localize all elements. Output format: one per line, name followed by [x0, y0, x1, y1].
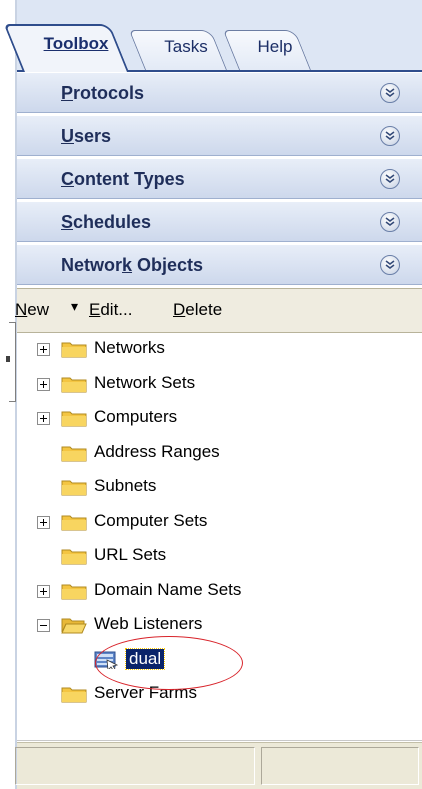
new-button[interactable]: New [15, 300, 49, 320]
edit-button[interactable]: Edit... [89, 300, 132, 320]
tree-item-label: Computer Sets [94, 510, 208, 530]
tree-item-label: Computers [94, 407, 178, 426]
folder-icon [61, 515, 87, 530]
folder-icon [61, 377, 87, 392]
chevron-down-icon[interactable] [380, 212, 400, 232]
section-title: Content Types [61, 169, 185, 189]
tab-label: Toolbox [43, 34, 109, 53]
tree-item-label: Address Ranges [94, 441, 220, 461]
expand-icon[interactable] [37, 515, 50, 529]
chevron-down-icon[interactable] [380, 83, 400, 103]
section-title: Schedules [61, 212, 152, 232]
folder-icon [61, 584, 87, 599]
section-title: Network Objects [61, 255, 204, 275]
expand-icon[interactable] [37, 377, 50, 391]
folder-icon [61, 446, 87, 461]
delete-button[interactable]: Delete [173, 300, 222, 320]
section-title: Protocols [61, 83, 145, 103]
expand-icon[interactable] [37, 343, 50, 356]
folder-icon [61, 687, 87, 703]
tab-toolbox[interactable]: Toolbox [3, 24, 129, 72]
folder-icon [61, 342, 87, 358]
section-schedules[interactable]: Schedules [17, 201, 422, 242]
section-content-types[interactable]: Content Types [17, 158, 422, 199]
left-splitter[interactable] [0, 0, 17, 789]
chevron-down-icon[interactable] [380, 169, 400, 189]
command-bar: New ▾ Edit... Delete [15, 288, 422, 333]
tab-label: Tasks [164, 37, 208, 56]
section-users[interactable]: Users [17, 115, 422, 156]
tree-item-label: Subnets [94, 476, 157, 495]
tab-help[interactable]: Help [222, 30, 311, 70]
section-protocols[interactable]: Protocols [17, 72, 422, 113]
status-pane-1 [15, 747, 255, 785]
toolbox-panel: Toolbox Tasks Help Protocols Users Conte… [3, 0, 422, 789]
tree-item-label: Domain Name Sets [94, 579, 242, 599]
tree-item-label: URL Sets [94, 545, 167, 564]
folder-icon [61, 549, 87, 565]
folder-icon [61, 411, 87, 427]
expand-icon[interactable] [37, 584, 50, 598]
tree-item-label: Network Sets [94, 372, 196, 392]
collapse-icon[interactable] [37, 619, 50, 632]
status-pane-2 [261, 747, 419, 785]
tab-strip: Toolbox Tasks Help [3, 0, 422, 72]
status-bar [15, 742, 422, 789]
annotation-circle [95, 636, 243, 690]
tree-item-label: Web Listeners [94, 614, 203, 633]
folder-open-icon [61, 618, 87, 634]
tab-label: Help [257, 37, 293, 56]
chevron-up-icon[interactable] [380, 255, 400, 275]
folder-icon [61, 480, 87, 496]
expand-icon[interactable] [37, 412, 50, 425]
collapse-grip[interactable] [6, 322, 16, 402]
new-dropdown-icon[interactable]: ▾ [71, 298, 78, 315]
section-network-objects[interactable]: Network Objects [17, 244, 422, 285]
grip-arrow-icon [6, 356, 10, 362]
section-title: Users [61, 126, 112, 146]
tree-item-label: Networks [94, 338, 165, 357]
chevron-down-icon[interactable] [380, 126, 400, 146]
tab-tasks[interactable]: Tasks [128, 30, 227, 70]
